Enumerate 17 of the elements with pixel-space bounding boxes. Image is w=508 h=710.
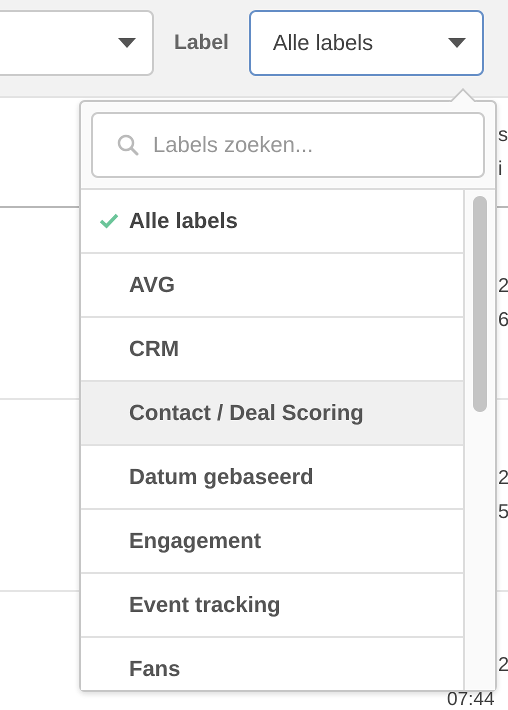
table-cell-text: 2 — [497, 466, 508, 490]
caret-icon — [448, 38, 466, 48]
caret-icon — [118, 38, 136, 48]
table-cell-text: 5 — [497, 500, 508, 524]
filter-label: Label — [174, 31, 229, 55]
search-field[interactable]: Labels zoeken... — [91, 112, 485, 178]
label-option[interactable]: Contact / Deal Scoring — [81, 382, 463, 446]
scrollbar-thumb[interactable] — [473, 196, 487, 412]
table-cell-text: 6 — [497, 308, 508, 332]
table-cell-text: i — [497, 157, 504, 181]
table-cell-text: 2 — [497, 653, 508, 677]
table-cell-text: s — [497, 123, 508, 147]
table-cell-text: 07:44 — [447, 691, 496, 709]
label-select[interactable]: Alle labels — [248, 10, 484, 76]
check-icon — [99, 213, 119, 229]
table-cell-text: 2 — [497, 274, 508, 298]
select-field[interactable] — [0, 10, 154, 76]
